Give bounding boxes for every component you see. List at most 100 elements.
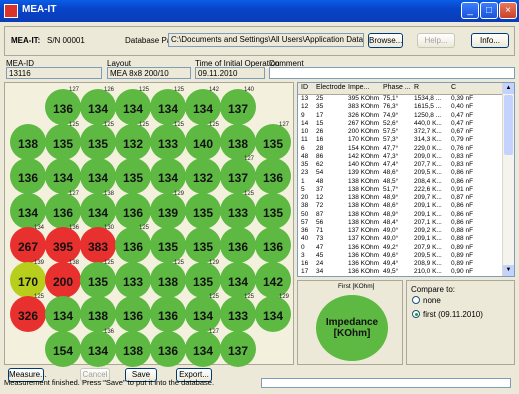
electrode-cell[interactable]: 395 136 [45, 225, 84, 264]
column-header[interactable]: Phase ... [383, 84, 411, 91]
help-button[interactable]: Help... [417, 33, 455, 48]
electrode-cell[interactable]: 383 130 [80, 225, 119, 264]
electrode-cell[interactable]: 134 136 [80, 329, 119, 368]
electrode-cell[interactable]: 139 129 [150, 191, 189, 230]
scroll-up-icon[interactable]: ▲ [503, 83, 514, 94]
electrode-cell[interactable]: 134 [150, 156, 189, 195]
electrode-cell[interactable]: 137 140 [220, 87, 259, 126]
electrode-cell[interactable]: 133 125 [220, 294, 259, 333]
electrode-cell[interactable]: 135 125 [80, 260, 119, 299]
electrode-cell[interactable]: 134 [80, 156, 119, 195]
electrode-cell[interactable]: 134 125 [115, 87, 154, 126]
browse-button[interactable]: Browse... [368, 33, 403, 48]
scroll-down-icon[interactable]: ▼ [503, 265, 514, 276]
electrode-cell[interactable]: 138 125 [150, 260, 189, 299]
electrode-cell[interactable]: 136 [115, 294, 154, 333]
electrode-cell[interactable]: 134 126 [80, 87, 119, 126]
electrode-cell[interactable]: 200 138 [45, 260, 84, 299]
table-scrollbar[interactable]: ▲ ▼ [502, 83, 514, 276]
electrode-cell[interactable]: 135 [185, 191, 224, 230]
electrode-cell[interactable]: 138 [115, 329, 154, 368]
electrode-cell[interactable]: 326 125 [10, 294, 49, 333]
electrode-cell[interactable]: 134 138 [80, 191, 119, 230]
scroll-thumb[interactable] [504, 95, 513, 155]
table-row[interactable]: 40 73 137 KOhm 49,0° 209,1 K... 0,88 nF [298, 235, 504, 243]
electrode-cell[interactable]: 138 [220, 122, 259, 161]
electrode-cell[interactable]: 136 [220, 225, 259, 264]
electrode-cell[interactable]: 140 125 [185, 122, 224, 161]
table-row[interactable]: 23 54 139 KOhm 48,6° 209,5 K... 0,86 nF [298, 169, 504, 177]
electrode-cell[interactable]: 142 [255, 260, 294, 299]
column-header[interactable]: ID [301, 84, 308, 91]
electrode-cell[interactable]: 134 [45, 294, 84, 333]
table-row[interactable]: 50 87 138 KOhm 48,9° 209,1 K... 0,86 nF [298, 211, 504, 219]
maximize-button[interactable]: □ [480, 2, 498, 19]
table-row[interactable]: 9 17 326 KOhm 74,9° 1250,8 ... 0,47 nF [298, 112, 504, 120]
table-row[interactable]: 12 35 383 KOhm 76,3° 1615,5 ... 0,40 nF [298, 103, 504, 111]
electrode-cell[interactable]: 135 125 [80, 122, 119, 161]
electrode-cell[interactable]: 135 [150, 225, 189, 264]
electrode-cell[interactable]: 138 [80, 294, 119, 333]
electrode-cell[interactable]: 134 125 [185, 294, 224, 333]
table-row[interactable]: 5 37 138 KOhm 51,7° 222,6 K... 0,91 nF [298, 186, 504, 194]
electrode-cell[interactable]: 132 125 [115, 122, 154, 161]
electrode-cell[interactable]: 135 [255, 191, 294, 230]
electrode-cell[interactable]: 133 125 [150, 122, 189, 161]
electrode-cell[interactable]: 154 [45, 329, 84, 368]
electrode-cell[interactable]: 137 [220, 329, 259, 368]
electrode-cell[interactable]: 135 [185, 225, 224, 264]
close-button[interactable]: × [499, 2, 517, 19]
electrode-cell[interactable]: 134 [220, 260, 259, 299]
electrode-cell[interactable]: 133 [115, 260, 154, 299]
electrode-cell[interactable]: 137 127 [220, 156, 259, 195]
electrode-cell[interactable]: 134 [45, 156, 84, 195]
electrode-cell[interactable]: 136 [115, 191, 154, 230]
table-row[interactable]: 11 16 170 KOhm 57,3° 314,3 K... 0,79 nF [298, 136, 504, 144]
table-row[interactable]: 17 34 136 KOhm 49,5° 210,0 K... 0,90 nF [298, 268, 504, 276]
electrode-cell[interactable]: 136 [255, 225, 294, 264]
electrode-cell[interactable]: 138 [10, 122, 49, 161]
electrode-cell[interactable]: 135 [115, 156, 154, 195]
electrode-cell[interactable]: 134 [10, 191, 49, 230]
column-header[interactable]: Impe... [348, 84, 369, 91]
table-row[interactable]: 16 24 136 KOhm 49,4° 208,9 K... 0,89 nF [298, 260, 504, 268]
electrode-cell[interactable]: 135 127 [255, 122, 294, 161]
comment-field[interactable] [269, 67, 515, 79]
electrode-cell[interactable]: 136 [255, 156, 294, 195]
electrode-cell[interactable]: 134 142 [185, 87, 224, 126]
electrode-cell[interactable]: 135 125 [45, 122, 84, 161]
table-row[interactable]: 10 26 200 KOhm 57,5° 372,7 K... 0,67 nF [298, 128, 504, 136]
table-row[interactable]: 14 15 267 KOhm 52,6° 440,0 K... 0,47 nF [298, 120, 504, 128]
electrode-cell[interactable]: 133 125 [220, 191, 259, 230]
info-button[interactable]: Info... [471, 33, 509, 48]
compare-first-radio[interactable] [412, 310, 420, 318]
compare-none-radio[interactable] [412, 296, 420, 304]
table-row[interactable]: 35 62 140 KOhm 47,4° 207,7 K... 0,83 nF [298, 161, 504, 169]
electrode-cell[interactable]: 170 139 [10, 260, 49, 299]
table-row[interactable]: 20 12 138 KOhm 48,9° 209,7 K... 0,87 nF [298, 194, 504, 202]
electrode-cell[interactable]: 136 125 [115, 225, 154, 264]
table-row[interactable]: 13 25 395 KOhm 75,1° 1534,8 ... 0,39 nF [298, 95, 504, 103]
column-header[interactable]: Electrode [316, 84, 346, 91]
electrode-cell[interactable]: 134 125 [150, 87, 189, 126]
electrode-cell[interactable]: 136 127 [45, 87, 84, 126]
table-row[interactable]: 48 86 142 KOhm 47,3° 209,0 K... 0,83 nF [298, 153, 504, 161]
table-row[interactable]: 57 56 138 KOhm 48,4° 207,1 K... 0,86 nF [298, 219, 504, 227]
table-row[interactable]: 1 48 138 KOhm 48,5° 208,4 K... 0,86 nF [298, 178, 504, 186]
electrode-cell[interactable]: 134 127 [185, 329, 224, 368]
electrode-cell[interactable]: 132 [185, 156, 224, 195]
electrode-cell[interactable]: 134 129 [255, 294, 294, 333]
table-row[interactable]: 0 47 136 KOhm 49,2° 207,9 K... 0,89 nF [298, 244, 504, 252]
column-header[interactable]: C [451, 84, 456, 91]
electrode-cell[interactable]: 136 [150, 329, 189, 368]
table-row[interactable]: 38 72 138 KOhm 48,6° 209,1 K... 0,86 nF [298, 202, 504, 210]
column-header[interactable]: R [414, 84, 419, 91]
electrode-cell[interactable]: 136 127 [45, 191, 84, 230]
table-row[interactable]: 36 71 137 KOhm 49,0° 209,2 K... 0,88 nF [298, 227, 504, 235]
electrode-cell[interactable]: 135 129 [185, 260, 224, 299]
table-row[interactable]: 6 28 154 KOhm 47,7° 229,0 K... 0,76 nF [298, 145, 504, 153]
electrode-cell[interactable]: 136 [150, 294, 189, 333]
minimize-button[interactable]: _ [461, 2, 479, 19]
electrode-cell[interactable]: 267 134 [10, 225, 49, 264]
table-row[interactable]: 3 45 136 KOhm 49,6° 209,5 K... 0,89 nF [298, 252, 504, 260]
